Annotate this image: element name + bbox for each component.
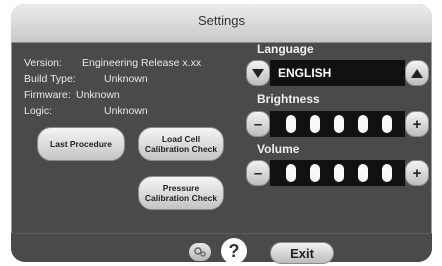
- version-value: Engineering Release x.xx: [82, 57, 202, 69]
- settings-window: Settings Version: Engineering Release x.…: [11, 4, 432, 262]
- brightness-label: Brightness: [257, 92, 320, 106]
- triangle-down-icon: [252, 68, 264, 78]
- volume-decrease-button[interactable]: –: [246, 160, 270, 186]
- version-row: Version: Engineering Release x.xx: [24, 57, 201, 69]
- language-up-button[interactable]: [405, 60, 429, 86]
- firmware-row: Firmware: Unknown: [24, 89, 120, 101]
- brightness-level-segment: [310, 115, 320, 133]
- volume-level-segment: [382, 164, 392, 182]
- volume-level-segment: [286, 164, 296, 182]
- build-type-row: Build Type: Unknown: [24, 73, 148, 85]
- language-down-button[interactable]: [246, 60, 270, 86]
- build-type-value: Unknown: [104, 73, 148, 85]
- volume-level-segment: [334, 164, 344, 182]
- language-label: Language: [257, 42, 314, 56]
- logic-row: Logic: Unknown: [24, 105, 148, 117]
- pressure-calibration-check-button[interactable]: Pressure Calibration Check: [138, 176, 224, 210]
- language-selector: ENGLISH: [246, 60, 429, 86]
- triangle-up-icon: [411, 68, 423, 78]
- gears-icon: [194, 247, 206, 257]
- brightness-level-segment: [358, 115, 368, 133]
- firmware-value: Unknown: [76, 89, 120, 101]
- title-bar: Settings: [11, 4, 432, 43]
- help-icon: ?: [228, 240, 240, 261]
- volume-level-segment: [358, 164, 368, 182]
- service-settings-button[interactable]: [189, 243, 211, 261]
- load-cell-calibration-check-button[interactable]: Load Cell Calibration Check: [138, 127, 224, 161]
- brightness-stepper: – +: [246, 111, 429, 137]
- logic-label: Logic:: [24, 105, 53, 117]
- brightness-level-segment: [286, 115, 296, 133]
- build-type-label: Build Type:: [24, 73, 76, 85]
- help-button[interactable]: ?: [221, 238, 247, 264]
- volume-level-segment: [310, 164, 320, 182]
- volume-increase-button[interactable]: +: [405, 160, 429, 186]
- brightness-decrease-button[interactable]: –: [246, 111, 270, 137]
- volume-label: Volume: [257, 142, 300, 156]
- language-value: ENGLISH: [278, 66, 332, 80]
- firmware-label: Firmware:: [24, 89, 71, 101]
- brightness-level-segment: [382, 115, 392, 133]
- page-title: Settings: [198, 13, 245, 28]
- last-procedure-button[interactable]: Last Procedure: [37, 127, 125, 161]
- version-label: Version:: [24, 57, 62, 69]
- language-display: ENGLISH: [270, 60, 405, 86]
- brightness-track: [270, 111, 405, 137]
- logic-value: Unknown: [104, 105, 148, 117]
- exit-button[interactable]: Exit: [270, 242, 334, 264]
- brightness-increase-button[interactable]: +: [405, 111, 429, 137]
- volume-track: [270, 160, 405, 186]
- volume-stepper: – +: [246, 160, 429, 186]
- brightness-level-segment: [334, 115, 344, 133]
